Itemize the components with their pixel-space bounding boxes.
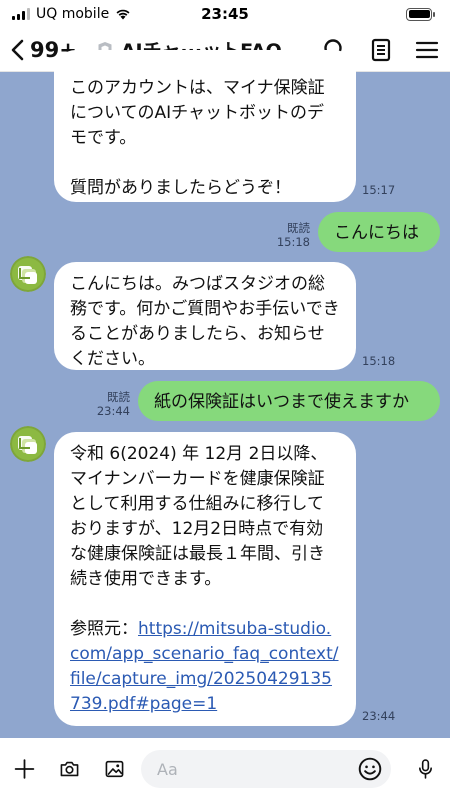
microphone-icon[interactable] [415, 756, 436, 782]
bot-avatar[interactable] [10, 256, 46, 292]
battery-icon [406, 7, 435, 21]
message-time: 15:17 [362, 183, 396, 197]
message-bubble-received[interactable]: 令和 6(2024) 年 12月 2日以降、マイナンバーカードを健康保険証として… [54, 432, 356, 726]
status-left: UQ mobile [12, 6, 131, 22]
message-time: 23:44 [362, 709, 396, 723]
message-read-status: 既読 23:44 [96, 390, 130, 418]
signal-icon [12, 8, 30, 20]
chevron-left-icon [11, 39, 24, 60]
input-bar [0, 738, 450, 800]
bot-avatar[interactable] [10, 426, 46, 462]
message-bubble-sent[interactable]: こんにちは [318, 212, 440, 252]
message-bubble-received[interactable]: こんにちは。みつばスタジオの総務です。何かご質問やお手伝いできることがありました… [54, 262, 356, 370]
image-icon[interactable] [104, 756, 125, 782]
message-time: 15:18 [362, 354, 396, 368]
message-bubble-sent[interactable]: 紙の保険証はいつまで使えますか [138, 381, 440, 421]
message-input[interactable] [157, 759, 357, 779]
bot-logo-icon [10, 256, 46, 292]
emoji-icon[interactable] [357, 756, 383, 782]
wifi-icon [116, 9, 130, 20]
message-bubble-received[interactable]: このアカウントは、マイナ保険証についてのAIチャットボットのデモです。 質問があ… [54, 50, 356, 202]
carrier-label: UQ mobile [36, 6, 110, 22]
status-time: 23:45 [201, 5, 249, 23]
bot-logo-icon [10, 426, 46, 462]
notes-icon[interactable] [368, 37, 394, 63]
message-input-box[interactable] [141, 750, 391, 788]
camera-icon[interactable] [59, 756, 80, 782]
plus-icon[interactable] [14, 756, 35, 782]
status-bar: UQ mobile 23:45 [0, 0, 450, 28]
chat-area[interactable]: このアカウントは、マイナ保険証についてのAIチャットボットのデモです。 質問があ… [0, 50, 450, 738]
menu-icon[interactable] [414, 37, 440, 63]
message-text: 令和 6(2024) 年 12月 2日以降、マイナンバーカードを健康保険証として… [70, 444, 328, 639]
message-read-status: 既読 15:18 [276, 221, 310, 249]
